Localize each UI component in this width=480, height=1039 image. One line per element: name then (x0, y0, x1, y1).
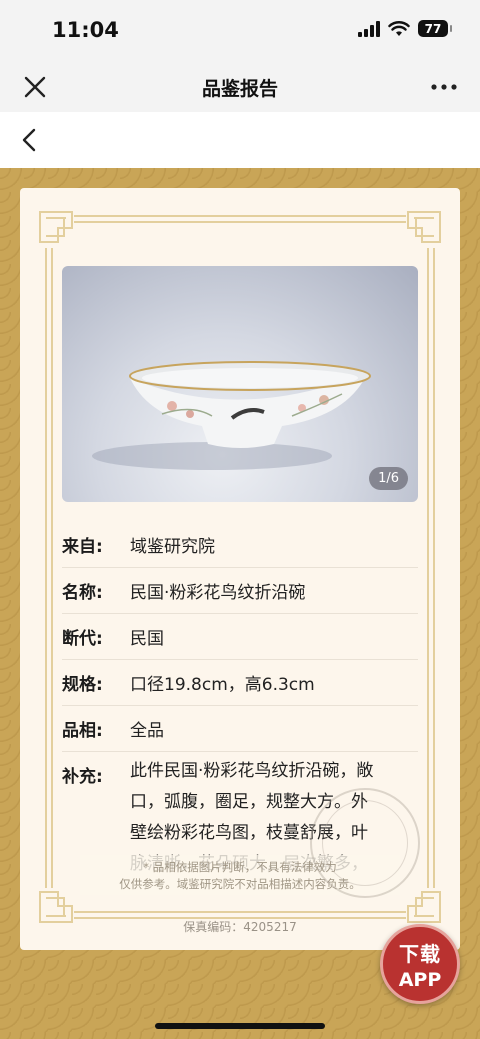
supplement-line: 此件民国·粉彩花鸟纹折沿碗，敞 (130, 761, 374, 781)
download-app-label: 下载 (399, 942, 441, 966)
authenticity-code-value: 4205217 (243, 920, 297, 934)
download-app-button[interactable]: 下载 APP (380, 924, 460, 1004)
dimensions-label: 规格: (62, 675, 103, 695)
report-card: 1/6 来自: 域鉴研究院 名称: 民国·粉彩花鸟纹折沿碗 断代: 民国 规格:… (20, 188, 460, 950)
sub-header (0, 112, 480, 168)
period-value: 民国 (130, 629, 164, 649)
condition-value: 全品 (130, 721, 164, 741)
source-value: 域鉴研究院 (130, 537, 215, 557)
period-label: 断代: (62, 629, 103, 649)
nav-bar: 品鉴报告 (0, 62, 480, 112)
artifact-photo[interactable]: 1/6 (62, 266, 418, 502)
source-label: 来自: (62, 537, 103, 557)
name-value: 民国·粉彩花鸟纹折沿碗 (130, 583, 306, 603)
page-title: 品鉴报告 (201, 78, 278, 100)
status-time: 11:04 (52, 18, 119, 42)
detail-row-source: 来自: 域鉴研究院 (62, 522, 418, 568)
download-app-sublabel: APP (398, 969, 442, 991)
cellular-signal-icon (358, 20, 380, 37)
wifi-icon (388, 20, 410, 36)
supplement-label: 补充: (62, 767, 103, 787)
condition-label: 品相: (62, 721, 103, 741)
status-icons: 77 (358, 20, 452, 37)
status-bar: 11:04 77 (0, 0, 480, 62)
battery-icon: 77 (418, 20, 452, 37)
detail-row-condition: 品相: 全品 (62, 706, 418, 752)
dimensions-value: 口径19.8cm，高6.3cm (130, 675, 315, 695)
more-options-icon[interactable] (430, 74, 458, 100)
name-label: 名称: (62, 583, 103, 603)
detail-row-period: 断代: 民国 (62, 614, 418, 660)
photo-page-indicator: 1/6 (369, 467, 408, 490)
detail-row-dimensions: 规格: 口径19.8cm，高6.3cm (62, 660, 418, 706)
back-arrow-icon[interactable] (18, 126, 42, 154)
home-indicator (155, 1023, 325, 1029)
detail-row-name: 名称: 民国·粉彩花鸟纹折沿碗 (62, 568, 418, 614)
seal-stamp (310, 788, 420, 898)
authenticity-code-label: 保真编码： (183, 920, 244, 934)
bowl-image (92, 361, 371, 470)
battery-level: 77 (424, 21, 442, 36)
